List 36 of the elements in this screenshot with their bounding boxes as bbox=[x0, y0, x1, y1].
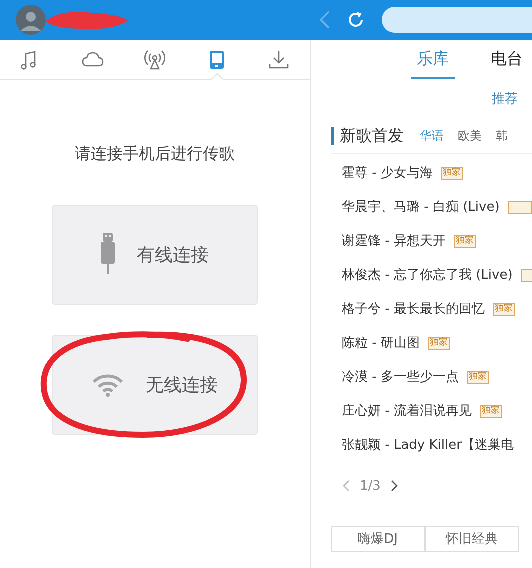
cloud-icon[interactable] bbox=[82, 50, 104, 70]
broadcast-icon[interactable] bbox=[144, 50, 166, 70]
next-icon[interactable] bbox=[390, 480, 398, 492]
filter-tab[interactable]: 欧美 bbox=[458, 128, 482, 144]
song-title[interactable]: 谢霆锋 - 异想天开 bbox=[342, 232, 446, 250]
exclusive-tag: 独家 bbox=[440, 166, 463, 180]
sub-tab[interactable]: 推荐 bbox=[492, 90, 518, 108]
exclusive-tag: 独家 bbox=[480, 404, 502, 418]
library-tab[interactable]: 电台 bbox=[485, 41, 529, 79]
song-title[interactable]: 冷漠 - 多一些少一点 bbox=[342, 368, 459, 386]
previous-icon[interactable] bbox=[343, 480, 350, 492]
song-title[interactable]: 陈粒 - 研山图 bbox=[342, 334, 420, 352]
wired-connect-button[interactable]: 有线连接 bbox=[52, 205, 258, 305]
exclusive-tag: 独家 bbox=[466, 370, 489, 384]
category-button[interactable]: 嗨爆DJ bbox=[331, 526, 425, 552]
wifi-icon bbox=[92, 373, 124, 397]
search-field[interactable] bbox=[382, 7, 532, 33]
song-title[interactable]: 霍尊 - 少女与海 bbox=[342, 164, 433, 182]
connect-prompt: 请连接手机后进行传歌 bbox=[75, 144, 235, 165]
section-title: 新歌首发 bbox=[340, 126, 404, 146]
song-title[interactable]: 张靓颖 - Lady Killer【迷巢电 bbox=[342, 436, 514, 454]
exclusive-tag: 独家 bbox=[428, 336, 450, 350]
song-title[interactable]: 格子兮 - 最长最长的回忆 bbox=[342, 300, 485, 318]
exclusive-tag: 独家 bbox=[454, 234, 476, 248]
usb-plug-icon bbox=[101, 233, 115, 277]
download-icon[interactable] bbox=[268, 50, 290, 70]
song-title[interactable]: 华晨宇、马璐 - 白痴 (Live) bbox=[342, 198, 500, 216]
refresh-icon[interactable] bbox=[347, 11, 365, 29]
avatar-icon[interactable] bbox=[16, 5, 46, 35]
category-button[interactable]: 怀旧经典 bbox=[425, 526, 519, 552]
page-indicator: 1/3 bbox=[360, 478, 381, 494]
exclusive-tag: 独家 bbox=[492, 302, 515, 316]
song-title[interactable]: 庄心妍 - 流着泪说再见 bbox=[342, 402, 472, 420]
library-tab[interactable]: 乐库 bbox=[411, 41, 455, 79]
filter-tab[interactable]: 韩 bbox=[496, 128, 508, 144]
song-title[interactable]: 林俊杰 - 忘了你忘了我 (Live) bbox=[342, 266, 513, 284]
